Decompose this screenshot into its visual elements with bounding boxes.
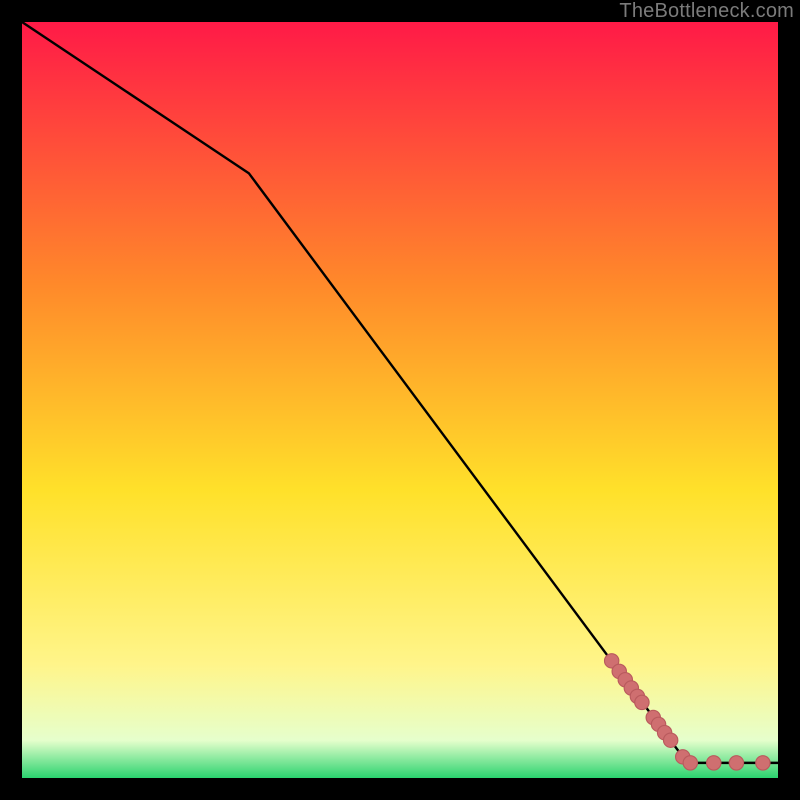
marker-point (635, 695, 649, 709)
chart-stage: TheBottleneck.com (0, 0, 800, 800)
chart-plot (22, 22, 778, 778)
chart-background (22, 22, 778, 778)
marker-point (756, 756, 770, 770)
marker-point (683, 756, 697, 770)
marker-point (707, 756, 721, 770)
marker-point (663, 733, 677, 747)
marker-point (729, 756, 743, 770)
watermark-text: TheBottleneck.com (619, 0, 794, 23)
